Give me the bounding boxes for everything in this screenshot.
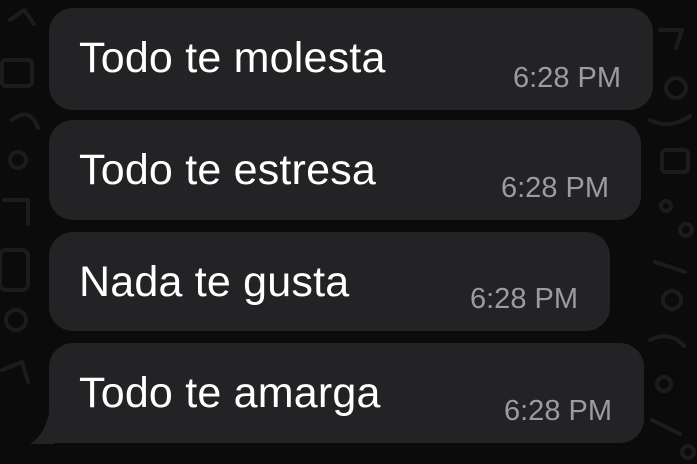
message-bubble[interactable]: Todo te estresa 6:28 PM <box>49 120 641 220</box>
message-bubble[interactable]: Todo te molesta 6:28 PM <box>49 8 653 110</box>
message-timestamp: 6:28 PM <box>501 172 609 204</box>
bubble-tail-icon <box>30 408 54 444</box>
message-text: Nada te gusta <box>79 258 350 306</box>
message-text: Todo te amarga <box>79 369 381 417</box>
message-bubble[interactable]: Todo te amarga 6:28 PM <box>49 343 644 443</box>
chat-thread: Todo te molesta 6:28 PM Todo te estresa … <box>0 0 697 464</box>
message-text: Todo te molesta <box>79 34 386 82</box>
message-timestamp: 6:28 PM <box>504 395 612 427</box>
message-timestamp: 6:28 PM <box>470 283 578 315</box>
message-timestamp: 6:28 PM <box>513 62 621 94</box>
message-bubble[interactable]: Nada te gusta 6:28 PM <box>49 232 610 331</box>
message-text: Todo te estresa <box>79 146 377 194</box>
